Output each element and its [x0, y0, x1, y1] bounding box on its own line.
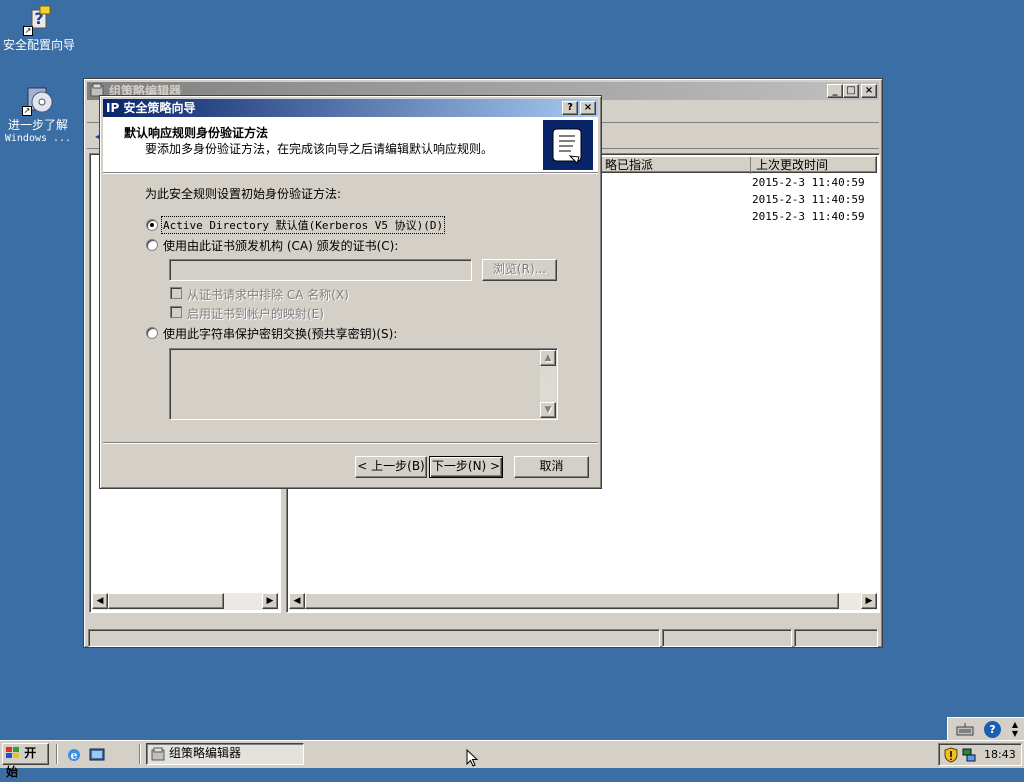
- next-button[interactable]: 下一步(N) >: [429, 456, 503, 478]
- taskbar-button-group-policy-editor[interactable]: 组策略编辑器: [146, 743, 304, 765]
- exclude-ca-checkbox: [170, 287, 182, 299]
- status-cell: [794, 629, 878, 647]
- wizard-header-title: 默认响应规则身份验证方法: [124, 126, 269, 140]
- status-cell: [88, 629, 660, 647]
- textarea-vertical-scrollbar: ▲ ▼: [540, 350, 556, 418]
- start-button[interactable]: 开始: [2, 743, 49, 779]
- shortcut-arrow-icon: ↗: [22, 106, 32, 116]
- security-wizard-icon: ? ↗: [23, 4, 55, 36]
- arrow-right-icon: ▶: [865, 596, 873, 606]
- arrow-left-icon: ◀: [293, 596, 301, 606]
- scroll-thumb[interactable]: [108, 593, 224, 609]
- langbar-options-icon[interactable]: ▲ ▼: [1010, 720, 1020, 738]
- arrow-right-icon: ▶: [266, 596, 274, 606]
- auth-method-prompt: 为此安全规则设置初始身份验证方法:: [145, 187, 342, 201]
- status-cell: [662, 629, 792, 647]
- svg-text:e: e: [71, 749, 78, 762]
- cancel-button[interactable]: 取消: [514, 456, 589, 478]
- taskbar-divider: [139, 744, 141, 764]
- maximize-button[interactable]: □: [843, 84, 859, 98]
- desktop-icon-label-line2: Windows ...: [4, 133, 72, 144]
- taskbar-task-label: 组策略编辑器: [169, 746, 242, 760]
- option-preshared-key-label[interactable]: 使用此字符串保护密钥交换(预共享密钥)(S):: [163, 325, 397, 342]
- gpe-window-icon: [151, 747, 166, 762]
- back-button[interactable]: < 上一步(B): [355, 456, 427, 478]
- list-horizontal-scrollbar[interactable]: ◀ ▶: [289, 593, 877, 610]
- table-row[interactable]: 2015-2-3 11:40:59: [752, 210, 865, 223]
- help-icon[interactable]: ?: [984, 721, 1001, 738]
- wizard-header: 默认响应规则身份验证方法 要添加多身份验证方法，在完成该向导之后请编辑默认响应规…: [103, 117, 598, 173]
- minimize-button[interactable]: _: [827, 84, 843, 98]
- network-icon[interactable]: [961, 747, 977, 763]
- certificate-field: [169, 259, 472, 281]
- security-shield-icon[interactable]: [943, 747, 959, 763]
- close-button[interactable]: ×: [861, 84, 877, 98]
- maximize-icon: □: [846, 85, 856, 96]
- scroll-right-button[interactable]: ▶: [861, 593, 877, 609]
- keyboard-icon[interactable]: [954, 721, 976, 738]
- taskbar-divider: [56, 744, 58, 764]
- show-desktop-icon[interactable]: [89, 747, 105, 763]
- desktop-icon-windows-more-info[interactable]: ↗ 进一步了解 Windows ...: [0, 84, 76, 145]
- browse-button: 浏览(R)...: [482, 259, 557, 281]
- table-row[interactable]: 2015-2-3 11:40:59: [752, 193, 865, 206]
- scroll-left-button[interactable]: ◀: [92, 593, 108, 609]
- desktop-icon-label-line1: 进一步了解: [7, 118, 68, 132]
- close-button[interactable]: ×: [580, 101, 596, 115]
- scroll-right-button[interactable]: ▶: [262, 593, 278, 609]
- desktop-icon-label: 安全配置向导: [2, 38, 75, 52]
- option-certificate-label[interactable]: 使用由此证书颁发机构 (CA) 颁发的证书(C):: [163, 237, 398, 254]
- language-bar[interactable]: ? ▲ ▼: [947, 717, 1024, 740]
- wizard-header-subtitle: 要添加多身份验证方法，在完成该向导之后请编辑默认响应规则。: [145, 142, 494, 156]
- scroll-up-button: ▲: [540, 350, 556, 366]
- close-icon: ×: [583, 102, 593, 113]
- ip-security-policy-wizard[interactable]: IP 安全策略向导 ? × 默认响应规则身份验证方法 要添加多身份验证方法，在完…: [99, 95, 602, 489]
- help-icon: ?: [567, 102, 573, 113]
- column-header-modified[interactable]: 上次更改时间: [750, 157, 880, 174]
- arrow-up-icon: ▲: [544, 353, 552, 363]
- internet-explorer-icon[interactable]: e: [66, 747, 82, 763]
- option-active-directory-label[interactable]: Active Directory 默认值(Kerberos V5 协议)(D): [160, 216, 446, 234]
- mouse-cursor-icon: [466, 748, 479, 768]
- tree-horizontal-scrollbar[interactable]: ◀ ▶: [92, 593, 278, 610]
- wizard-title-bar[interactable]: IP 安全策略向导 ? ×: [103, 99, 598, 117]
- enable-mapping-checkbox: [170, 306, 182, 318]
- scroll-document-icon: [543, 120, 593, 170]
- column-header-assigned[interactable]: 略已指派: [600, 157, 750, 174]
- system-tray: 18:43: [938, 743, 1022, 766]
- minimize-icon: _: [832, 85, 838, 96]
- radio-preshared-key[interactable]: [146, 327, 158, 339]
- scroll-left-button[interactable]: ◀: [289, 593, 305, 609]
- arrow-left-icon: ◀: [96, 596, 104, 606]
- scroll-thumb[interactable]: [305, 593, 839, 609]
- clock[interactable]: 18:43: [984, 748, 1016, 761]
- radio-certificate[interactable]: [146, 239, 158, 251]
- windows-logo-icon: [6, 746, 20, 758]
- arrow-down-icon: ▼: [544, 405, 552, 415]
- preshared-key-textarea: ▲ ▼: [169, 348, 558, 420]
- cd-icon: ↗: [22, 84, 54, 116]
- help-button[interactable]: ?: [562, 101, 578, 115]
- wizard-title: IP 安全策略向导: [106, 101, 196, 115]
- shortcut-arrow-icon: ↗: [23, 26, 33, 36]
- table-row[interactable]: 2015-2-3 11:40:59: [752, 176, 865, 189]
- desktop-icon-security-wizard[interactable]: ? ↗ 安全配置向导: [1, 4, 77, 52]
- close-icon: ×: [864, 85, 874, 96]
- enable-mapping-label: 启用证书到帐户的映射(E): [187, 307, 324, 321]
- button-separator: [103, 442, 598, 444]
- taskbar: 开始 e 组策略编辑器 18:43: [0, 740, 1024, 779]
- exclude-ca-label: 从证书请求中排除 CA 名称(X): [187, 288, 349, 302]
- scroll-down-button: ▼: [540, 402, 556, 418]
- radio-active-directory[interactable]: [146, 219, 158, 231]
